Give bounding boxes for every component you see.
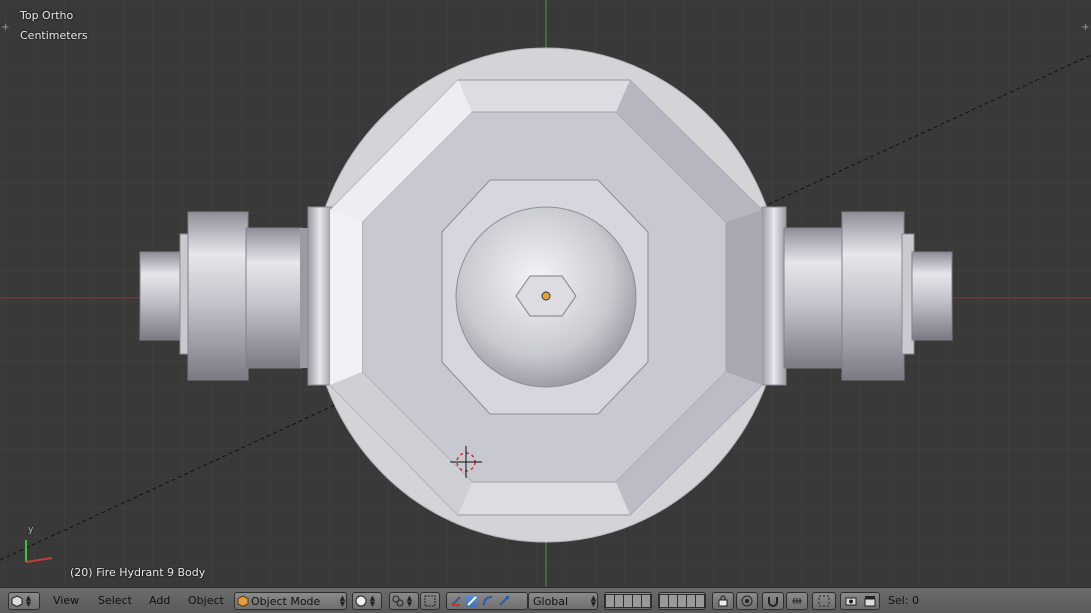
- snap-target-icon: [818, 595, 830, 607]
- manipulator-toggle-icon[interactable]: [450, 595, 462, 607]
- mode-selector[interactable]: Object Mode ▲ ▼: [234, 592, 347, 610]
- center-points-icon: [424, 595, 436, 607]
- menu-view[interactable]: View: [53, 594, 79, 607]
- transform-orientation-label: Global: [533, 594, 569, 608]
- layers-group-1[interactable]: [604, 592, 652, 610]
- solid-shading-icon: [355, 595, 367, 607]
- clapper-render-icon[interactable]: [864, 595, 876, 607]
- snap-toggle-button[interactable]: [762, 592, 784, 610]
- editor-type-button[interactable]: ▲ ▼: [8, 592, 40, 610]
- object-mode-icon: [237, 595, 249, 608]
- chevron-updown-icon: ▲ ▼: [339, 594, 346, 608]
- proportional-edit-icon: [741, 595, 753, 607]
- units-label: Centimeters: [20, 29, 88, 42]
- snap-target-button[interactable]: [812, 592, 836, 610]
- rotate-icon[interactable]: [482, 595, 494, 607]
- layers-group-2[interactable]: [658, 592, 706, 610]
- toolbar-expand-icon[interactable]: +: [1, 23, 10, 33]
- menu-add[interactable]: Add: [149, 594, 170, 607]
- manipulator-group: [446, 592, 528, 610]
- chevron-updown-icon: ▲ ▼: [25, 594, 32, 608]
- camera-render-icon[interactable]: [845, 595, 857, 607]
- viewport-shading-button[interactable]: ▲ ▼: [352, 592, 382, 610]
- 3d-viewport[interactable]: Top Ortho Centimeters (20) Fire Hydrant …: [0, 0, 1091, 587]
- object-info-label: (20) Fire Hydrant 9 Body: [70, 566, 206, 579]
- properties-expand-icon[interactable]: +: [1081, 23, 1090, 33]
- render-buttons: [840, 592, 880, 610]
- pivot-icon: [392, 595, 404, 607]
- layer-buttons-icon[interactable]: [659, 594, 705, 608]
- object-origin-dot: [541, 291, 551, 301]
- lock-icon: [717, 595, 729, 607]
- menu-select[interactable]: Select: [98, 594, 132, 607]
- translate-icon[interactable]: [466, 595, 478, 607]
- layer-buttons-icon[interactable]: [605, 594, 651, 608]
- selection-status: Sel: 0: [888, 594, 920, 607]
- viewport-canvas[interactable]: [0, 0, 1091, 587]
- 3d-view-icon: [11, 595, 23, 608]
- mode-label: Object Mode: [251, 594, 321, 608]
- lock-camera-button[interactable]: [712, 592, 734, 610]
- axis-y-label: y: [28, 525, 34, 535]
- chevron-updown-icon: ▲ ▼: [406, 594, 413, 608]
- snap-increment-icon: [791, 595, 803, 607]
- magnet-icon: [767, 595, 779, 607]
- pivot-point-button[interactable]: ▲ ▼: [389, 592, 419, 610]
- view-name-label: Top Ortho: [20, 9, 74, 22]
- proportional-edit-button[interactable]: [736, 592, 758, 610]
- viewport-header: ▲ ▼ View Select Add Object Object Mode ▲ ▼…: [0, 587, 1091, 613]
- manipulate-centers-button[interactable]: [420, 592, 440, 610]
- snap-element-button[interactable]: [786, 592, 808, 610]
- menu-object[interactable]: Object: [188, 594, 224, 607]
- chevron-updown-icon: ▲ ▼: [369, 594, 376, 608]
- scale-icon[interactable]: [498, 595, 510, 607]
- chevron-updown-icon: ▲ ▼: [590, 594, 597, 608]
- transform-orientation-select[interactable]: Global ▲ ▼: [528, 592, 598, 610]
